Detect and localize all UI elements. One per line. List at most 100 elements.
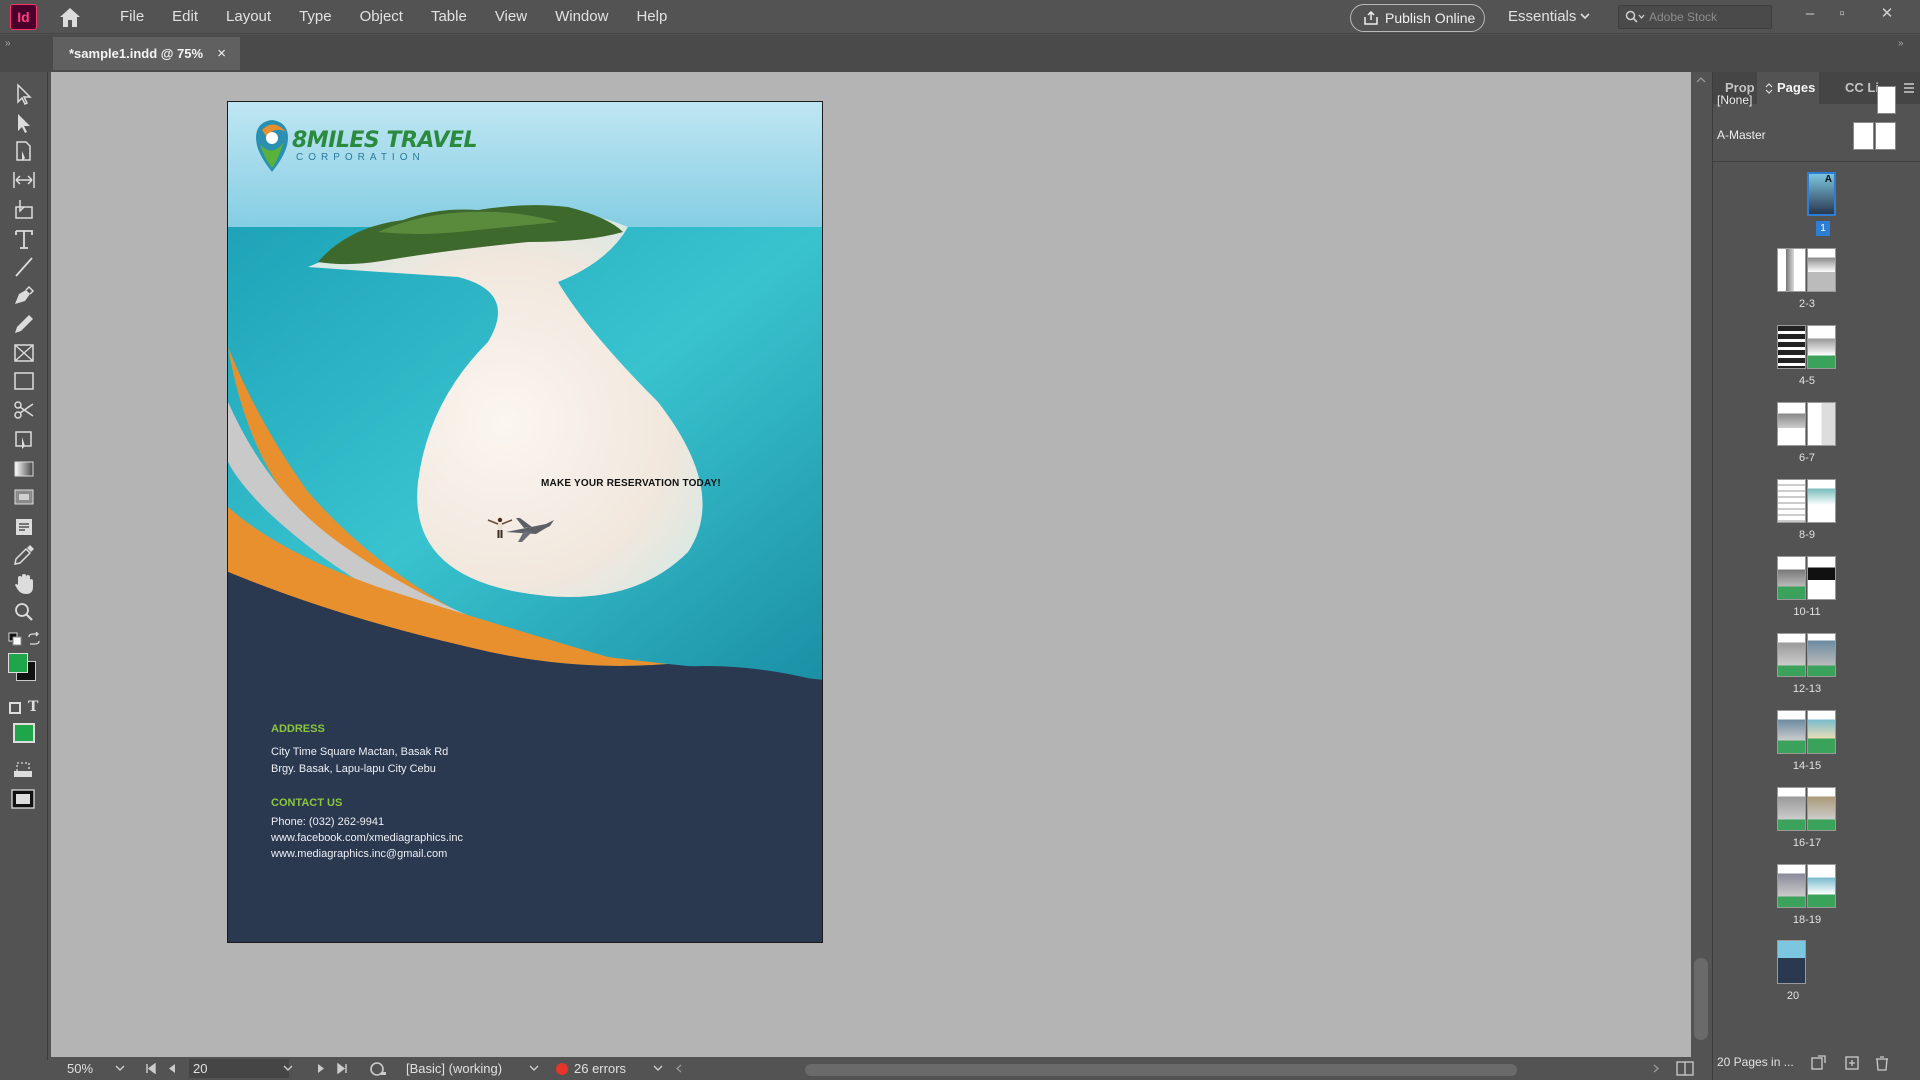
formatting-text-icon[interactable]: T [28,699,38,715]
master-a-left-thumbnail[interactable] [1853,122,1874,150]
menu-layout[interactable]: Layout [212,0,285,34]
last-page-icon[interactable] [336,1063,348,1074]
document-tab[interactable]: *sample1.indd @ 75% × [53,37,240,70]
previous-page-icon[interactable] [168,1063,176,1074]
spread-2-3[interactable] [1777,248,1837,294]
page-thumbnail[interactable] [1777,940,1806,984]
master-none-thumbnail[interactable] [1877,86,1896,114]
spread-18-19[interactable] [1777,864,1837,910]
menu-window[interactable]: Window [541,0,622,34]
page-thumbnail[interactable] [1807,787,1836,831]
page-thumbnail[interactable]: A [1807,172,1836,216]
hand-tool-icon[interactable] [11,572,37,596]
content-collector-tool-icon[interactable] [11,197,37,221]
master-none-label[interactable]: [None] [1717,93,1752,107]
free-transform-tool-icon[interactable] [11,427,37,451]
zoom-tool-icon[interactable] [11,600,37,624]
rectangle-frame-tool-icon[interactable] [11,341,37,365]
adobe-stock-search[interactable]: Adobe Stock [1618,5,1772,29]
page-thumbnail[interactable] [1807,864,1836,908]
page-tool-icon[interactable] [11,139,37,163]
spread-4-5[interactable] [1777,325,1837,371]
split-window-icon[interactable] [1676,1061,1694,1076]
pen-tool-icon[interactable] [11,284,37,308]
edit-page-size-icon[interactable] [1809,1055,1827,1071]
menu-file[interactable]: File [106,0,158,34]
chevron-down-icon[interactable] [1580,13,1590,20]
menu-help[interactable]: Help [622,0,681,34]
next-page-icon[interactable] [317,1063,325,1074]
page-thumbnail[interactable] [1807,479,1836,523]
apply-color-button[interactable] [13,723,35,743]
page-thumbnail[interactable] [1777,710,1806,754]
page-thumbnail[interactable] [1777,325,1806,369]
profile-chevron-down-icon[interactable] [529,1065,539,1072]
restore-button[interactable]: ▫ [1827,2,1857,28]
page-thumbnail[interactable] [1807,325,1836,369]
page-thumbnail[interactable] [1807,633,1836,677]
page-thumbnail[interactable] [1807,248,1836,292]
formatting-container-icon[interactable] [9,702,21,714]
default-colors-icon[interactable] [8,632,22,646]
page-thumbnail[interactable] [1807,710,1836,754]
minimize-button[interactable]: – [1795,2,1825,28]
page-thumbnail[interactable] [1807,556,1836,600]
errors-chevron-down-icon[interactable] [653,1065,663,1072]
screen-mode-icon[interactable] [12,761,34,779]
zoom-chevron-down-icon[interactable] [115,1065,125,1072]
page-thumbnail[interactable] [1807,402,1836,446]
menu-view[interactable]: View [481,0,541,34]
fill-color-swatch[interactable] [8,653,28,673]
master-a-label[interactable]: A-Master [1717,128,1766,142]
rectangle-tool-icon[interactable] [11,369,37,393]
type-tool-icon[interactable] [11,227,37,251]
spread-8-9[interactable] [1777,479,1837,525]
collapse-right-icon[interactable]: » [1898,38,1904,49]
page-thumbnail[interactable] [1777,479,1806,523]
scroll-right-icon[interactable] [1653,1064,1659,1073]
scissors-tool-icon[interactable] [11,398,37,422]
workspace-switcher[interactable]: Essentials [1508,0,1576,34]
zoom-level[interactable]: 50% [67,1057,93,1080]
collapse-left-icon[interactable]: » [5,38,11,49]
gap-tool-icon[interactable] [11,168,37,192]
spread-20[interactable] [1777,940,1808,986]
spread-10-11[interactable] [1777,556,1837,602]
close-tab-button[interactable]: × [217,37,226,70]
menu-type[interactable]: Type [285,0,346,34]
swap-colors-icon[interactable] [27,631,41,646]
page-chevron-down-icon[interactable] [283,1065,293,1072]
gradient-swatch-tool-icon[interactable] [11,457,37,481]
spread-14-15[interactable] [1777,710,1837,756]
spread-16-17[interactable] [1777,787,1837,833]
page-thumbnail[interactable] [1777,787,1806,831]
direct-selection-tool-icon[interactable] [11,111,37,135]
menu-object[interactable]: Object [346,0,417,34]
note-tool-icon[interactable] [11,515,37,539]
indesign-logo-icon[interactable]: Id [10,4,37,30]
page-thumbnail[interactable] [1777,633,1806,677]
vertical-scrollbar[interactable] [1691,72,1711,1057]
preflight-errors[interactable]: 26 errors [556,1057,626,1080]
preflight-profile[interactable]: [Basic] (working) [406,1057,502,1080]
page-number-field[interactable]: 20 [189,1059,289,1078]
scroll-up-icon[interactable] [1696,76,1706,84]
eyedropper-tool-icon[interactable] [11,543,37,567]
spread-12-13[interactable] [1777,633,1837,679]
spread-6-7[interactable] [1777,402,1837,448]
tab-cc-libraries[interactable]: CC Li [1845,72,1879,104]
publish-online-button[interactable]: Publish Online [1350,4,1485,32]
page-thumbnail[interactable] [1777,864,1806,908]
master-a-right-thumbnail[interactable] [1875,122,1896,150]
page-thumbnail[interactable] [1777,556,1806,600]
document-page[interactable]: 8MILES TRAVEL CORPORATION MAKE YOUR RESE… [227,101,823,943]
menu-table[interactable]: Table [417,0,481,34]
view-mode-icon[interactable] [11,789,35,809]
delete-page-icon[interactable] [1873,1055,1891,1071]
pencil-tool-icon[interactable] [11,312,37,336]
panel-menu-icon[interactable] [1903,83,1915,93]
close-window-button[interactable]: ✕ [1872,2,1902,28]
scroll-left-icon[interactable] [676,1064,682,1073]
home-icon[interactable] [58,6,82,28]
preflight-icon[interactable] [369,1061,387,1076]
